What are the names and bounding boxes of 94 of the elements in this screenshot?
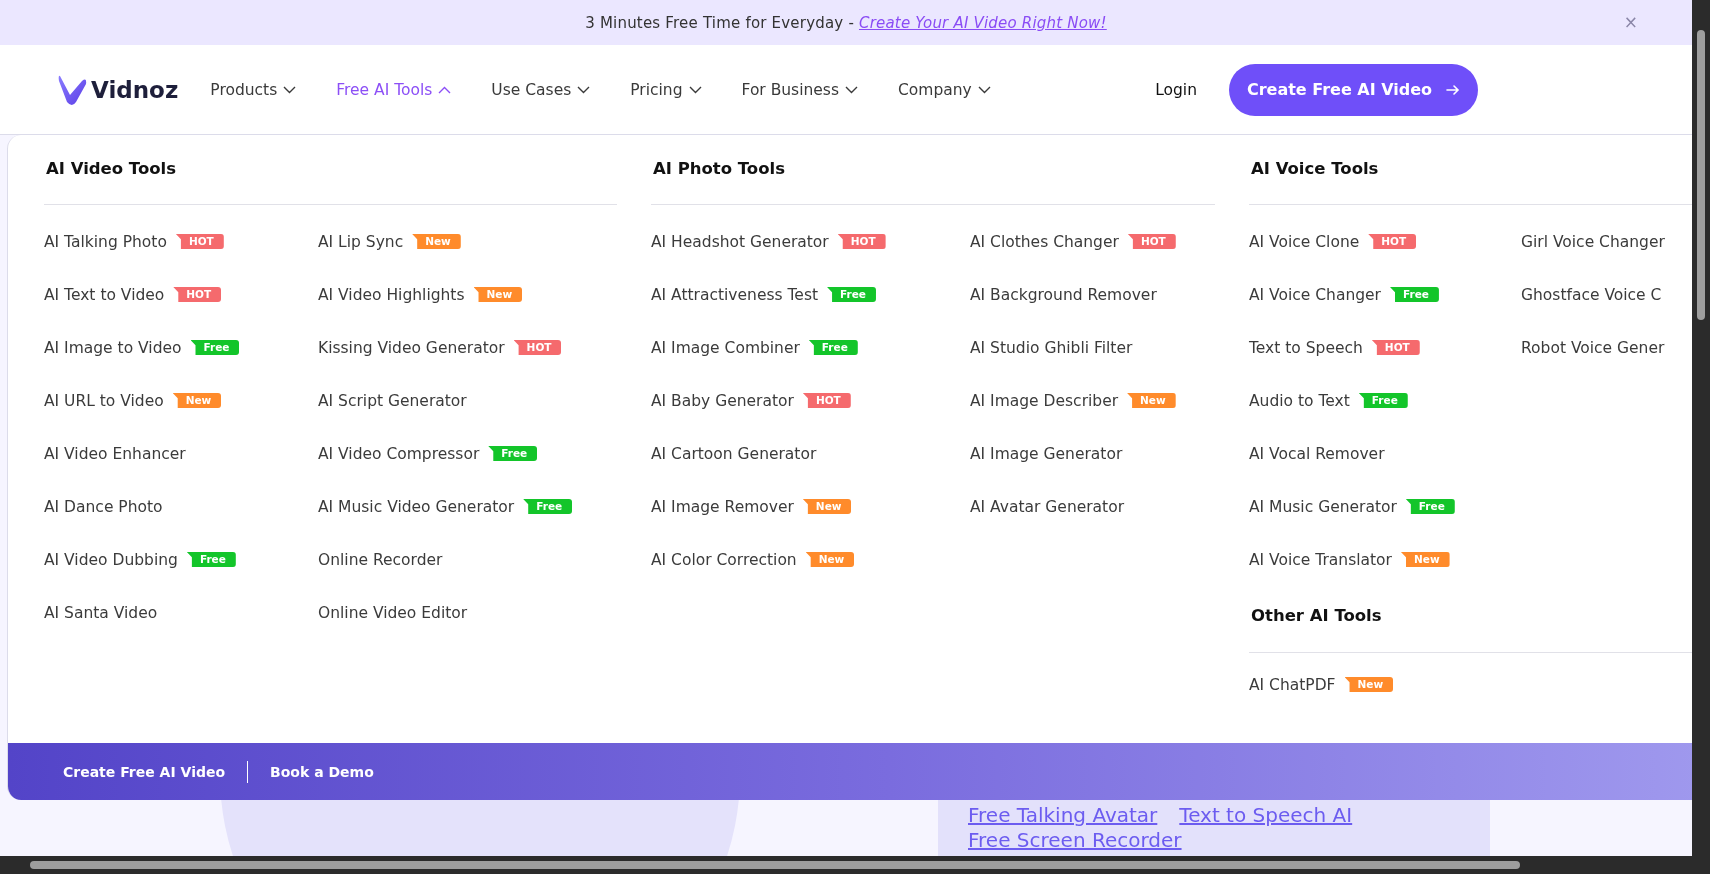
promo-link[interactable]: Create Your AI Video Right Now! [859, 13, 1107, 32]
vertical-scrollbar[interactable] [1692, 0, 1710, 856]
badge: New [1127, 393, 1176, 408]
badge: HOT [1127, 234, 1176, 249]
menu-link[interactable]: AI Baby Generator [651, 391, 794, 410]
badge: Free [488, 446, 538, 461]
menu-link[interactable]: Kissing Video Generator [318, 338, 505, 357]
menu-link[interactable]: AI Video Compressor [318, 444, 480, 463]
badge: HOT [1368, 234, 1417, 249]
menu-link[interactable]: AI Image to Video [44, 338, 182, 357]
badge: Free [827, 287, 876, 302]
menu-link[interactable]: AI Voice Changer [1249, 285, 1381, 304]
menu-link[interactable]: AI Vocal Remover [1249, 444, 1385, 463]
badge: Free [1390, 287, 1439, 302]
nav-menu-item[interactable]: Company [898, 80, 991, 99]
page-link[interactable]: Free Screen Recorder [968, 828, 1182, 853]
logo[interactable]: Vidnoz [58, 72, 179, 107]
menu-link[interactable]: AI Video Enhancer [44, 444, 186, 463]
menu-link[interactable]: Robot Voice Gener [1521, 338, 1665, 357]
menu-link[interactable]: AI Cartoon Generator [651, 444, 817, 463]
chevron-down-icon [283, 85, 297, 94]
chevron-down-icon [688, 85, 702, 94]
badge: New [802, 499, 852, 514]
menu-link[interactable]: AI Avatar Generator [970, 497, 1125, 516]
badge: Free [186, 552, 236, 567]
badge: New [1401, 552, 1450, 567]
nav-menu-item[interactable]: Free AI Tools [336, 80, 452, 99]
page-link[interactable]: Free Talking Avatar [968, 803, 1158, 828]
menu-link[interactable]: AI Video Dubbing [44, 550, 178, 569]
menu-link[interactable]: AI Attractiveness Test [651, 285, 819, 304]
menu-link[interactable]: Audio to Text [1249, 391, 1350, 410]
menu-link[interactable]: Online Recorder [318, 550, 443, 569]
menu-link[interactable]: AI Color Correction [651, 550, 797, 569]
login-link[interactable]: Login [1155, 80, 1197, 99]
badge: HOT [802, 393, 851, 408]
menu-link[interactable]: AI ChatPDF [1249, 675, 1336, 694]
menu-link[interactable]: AI Image Describer [970, 391, 1119, 410]
section-heading: Other AI Tools [1250, 605, 1383, 627]
chevron-down-icon [577, 85, 591, 94]
badge: HOT [1371, 340, 1420, 355]
menu-link[interactable]: AI Image Generator [970, 444, 1123, 463]
badge: Free [1405, 499, 1455, 514]
arrow-right-icon [1446, 83, 1461, 96]
nav-menu-item[interactable]: Use Cases [491, 80, 591, 99]
menu-link[interactable]: AI Voice Translator [1249, 550, 1392, 569]
badge: Free [190, 340, 240, 355]
section-heading: AI Photo Tools [652, 158, 786, 180]
menu-link[interactable]: AI Music Video Generator [318, 497, 515, 516]
chevron-down-icon [977, 85, 991, 94]
nav-menu-item[interactable]: Products [210, 80, 297, 99]
footer-link[interactable]: Book a Demo [270, 763, 374, 780]
section-heading: AI Voice Tools [1250, 158, 1380, 180]
menu-link[interactable]: Ghostface Voice C [1521, 285, 1662, 304]
menu-link[interactable]: AI Santa Video [44, 603, 158, 622]
section-heading: AI Video Tools [45, 158, 178, 180]
badge: HOT [173, 287, 222, 302]
menu-link[interactable]: AI Image Combiner [651, 338, 800, 357]
menu-link[interactable]: AI Headshot Generator [651, 232, 829, 251]
menu-link[interactable]: AI Video Highlights [318, 285, 465, 304]
badge: New [172, 393, 222, 408]
badge: HOT [837, 234, 886, 249]
menu-link[interactable]: AI Talking Photo [44, 232, 167, 251]
badge: Free [808, 340, 858, 355]
create-video-button[interactable]: Create Free AI Video [1229, 63, 1478, 116]
promo-text: 3 Minutes Free Time for Everyday - [585, 13, 855, 32]
chevron-down-icon [845, 85, 858, 94]
menu-link[interactable]: AI Lip Sync [318, 232, 404, 251]
menu-link[interactable]: AI Voice Clone [1249, 232, 1360, 251]
nav-menu-item[interactable]: For Business [741, 80, 858, 99]
badge: HOT [513, 340, 562, 355]
footer-link[interactable]: Create Free AI Video [63, 763, 226, 780]
badge: Free [1358, 393, 1408, 408]
badge: New [805, 552, 855, 567]
menu-link[interactable]: AI Image Remover [651, 497, 794, 516]
menu-link[interactable]: AI Script Generator [318, 391, 467, 410]
chevron-up-icon [438, 85, 452, 94]
nav-menu-item[interactable]: Pricing [630, 80, 702, 99]
menu-link[interactable]: AI Studio Ghibli Filter [970, 338, 1133, 357]
menu-link[interactable]: AI Music Generator [1249, 497, 1397, 516]
menu-link[interactable]: Text to Speech [1249, 338, 1363, 357]
badge: Free [523, 499, 573, 514]
page-link[interactable]: Text to Speech AI [1179, 803, 1353, 828]
horizontal-scrollbar[interactable] [0, 856, 1710, 874]
menu-link[interactable]: AI Dance Photo [44, 497, 163, 516]
menu-link[interactable]: Girl Voice Changer [1521, 232, 1665, 251]
badge: New [1344, 677, 1394, 692]
menu-link[interactable]: AI URL to Video [44, 391, 164, 410]
badge: HOT [175, 234, 224, 249]
menu-link[interactable]: AI Text to Video [44, 285, 165, 304]
badge: New [473, 287, 523, 302]
menu-link[interactable]: AI Clothes Changer [970, 232, 1119, 251]
menu-link[interactable]: Online Video Editor [318, 603, 468, 622]
menu-link[interactable]: AI Background Remover [970, 285, 1157, 304]
badge: New [412, 234, 461, 249]
